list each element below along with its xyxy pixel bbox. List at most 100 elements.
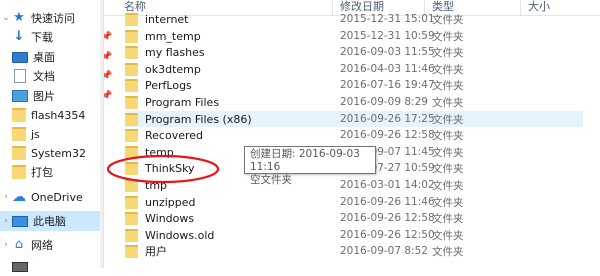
nav-network[interactable]: › ⌂ 网络 [0, 235, 100, 255]
file-row[interactable]: ok3dtemp 2016-04-03 11:46 文件夹 [125, 61, 583, 77]
computer-icon [12, 215, 28, 227]
file-date: 2015-12-31 15:01 [340, 13, 435, 25]
file-type: 文件夹 [432, 196, 464, 209]
pane-divider[interactable] [103, 0, 104, 268]
folder-icon [125, 128, 138, 142]
file-name: Windows [145, 211, 195, 225]
nav-item-downloads[interactable]: ↓ 下载 📌 [0, 27, 112, 47]
device-icon [12, 262, 28, 272]
file-row[interactable]: Windows.old 2016-09-26 12:50 文件夹 [125, 227, 583, 243]
chevron-right-icon[interactable]: › [0, 216, 12, 226]
file-type: 文件夹 [432, 63, 464, 76]
nav-item-desktop[interactable]: 桌面 📌 [0, 47, 112, 67]
navigation-pane: ⌄ ★ 快速访问 ↓ 下载 📌 桌面 📌 文档 📌 图片 📌 flash4354… [0, 0, 112, 272]
file-name: PerfLogs [145, 78, 192, 92]
nav-item-label: 桌面 [33, 51, 55, 64]
folder-icon [125, 244, 138, 258]
star-icon: ★ [13, 10, 25, 25]
nav-item-dabao[interactable]: 打包 [0, 162, 112, 182]
file-row[interactable]: internet 2015-12-31 15:01 文件夹 [125, 11, 583, 27]
file-type: 文件夹 [432, 113, 464, 126]
tooltip-empty-folder: 空文件夹 [250, 174, 292, 186]
folder-icon [12, 165, 26, 179]
file-type: 文件夹 [432, 245, 464, 258]
file-date: 2016-07-16 19:47 [340, 79, 435, 91]
nav-item-label: 文档 [33, 70, 55, 83]
file-name: internet [145, 12, 189, 26]
file-row[interactable]: Program Files (x86) 2016-09-26 17:25 文件夹 [125, 111, 583, 127]
file-list-scrollbar[interactable] [586, 16, 600, 268]
nav-item-partial[interactable] [0, 256, 112, 276]
file-type: 文件夹 [432, 146, 464, 159]
folder-icon [12, 127, 26, 141]
file-name: unzipped [145, 195, 196, 209]
file-name: Program Files [145, 95, 220, 109]
folder-icon [125, 112, 138, 126]
nav-item-pictures[interactable]: 图片 📌 [0, 86, 112, 106]
file-date: 2016-04-03 11:46 [340, 63, 435, 75]
annotation-ellipse-shape [106, 154, 220, 184]
folder-icon [125, 95, 138, 109]
chevron-right-icon[interactable]: › [0, 192, 12, 202]
file-row[interactable]: Windows 2016-09-26 12:58 文件夹 [125, 210, 583, 226]
nav-item-system32[interactable]: System32 [0, 143, 112, 163]
file-type: 文件夹 [432, 212, 464, 225]
nav-quick-access[interactable]: ⌄ ★ 快速访问 [0, 8, 100, 28]
file-name: Recovered [145, 128, 204, 142]
file-type: 文件夹 [432, 129, 464, 142]
folder-icon [125, 29, 138, 43]
network-icon: ⌂ [14, 237, 24, 252]
file-type: 文件夹 [432, 46, 464, 59]
file-date: 2016-09-26 17:25 [340, 113, 435, 125]
folder-icon [125, 195, 138, 209]
chevron-down-icon[interactable]: ⌄ [0, 13, 12, 23]
file-row[interactable]: mm_temp 2015-12-31 10:59 文件夹 [125, 28, 583, 44]
file-name: Program Files (x86) [145, 112, 252, 126]
file-name: mm_temp [145, 29, 201, 43]
file-type: 文件夹 [432, 162, 464, 175]
nav-item-documents[interactable]: 文档 📌 [0, 66, 112, 86]
file-name: 用户 [145, 245, 167, 258]
nav-item-js[interactable]: js [0, 124, 112, 144]
file-date: 2016-09-09 8:29 [340, 96, 428, 108]
file-date: 2016-09-26 12:58 [340, 212, 435, 224]
pictures-icon [12, 90, 28, 102]
nav-item-flash4354[interactable]: flash4354 [0, 105, 112, 125]
file-row[interactable]: PerfLogs 2016-07-16 19:47 文件夹 [125, 77, 583, 93]
documents-icon [14, 69, 26, 83]
file-date: 2016-09-26 11:46 [340, 196, 435, 208]
file-row[interactable]: my flashes 2016-09-03 11:55 文件夹 [125, 44, 583, 60]
file-name: ok3dtemp [145, 62, 201, 76]
file-type: 文件夹 [432, 229, 464, 242]
file-date: 2016-09-07 8:52 [340, 245, 428, 257]
nav-this-pc-label: 此电脑 [33, 215, 66, 228]
folder-icon [12, 108, 26, 122]
file-row[interactable]: unzipped 2016-09-26 11:46 文件夹 [125, 194, 583, 210]
folder-icon [125, 45, 138, 59]
folder-icon [125, 228, 138, 242]
nav-onedrive[interactable]: › ☁ OneDrive [0, 187, 100, 207]
file-row[interactable]: Recovered 2016-09-26 12:58 文件夹 [125, 127, 583, 143]
file-date: 2016-09-26 12:50 [340, 229, 435, 241]
file-type: 文件夹 [432, 179, 464, 192]
file-type: 文件夹 [432, 96, 464, 109]
file-date: 2016-09-03 11:55 [340, 46, 435, 58]
download-icon: ↓ [13, 29, 25, 44]
folder-icon [125, 12, 138, 26]
nav-network-label: 网络 [31, 239, 53, 252]
nav-this-pc[interactable]: › 此电脑 [0, 211, 100, 231]
folder-icon [125, 78, 138, 92]
file-type: 文件夹 [432, 30, 464, 43]
annotation-ellipse [106, 154, 220, 184]
file-name: my flashes [145, 45, 205, 59]
file-row[interactable]: Program Files 2016-09-09 8:29 文件夹 [125, 94, 583, 110]
chevron-right-icon[interactable]: › [0, 240, 12, 250]
folder-icon [125, 62, 138, 76]
tooltip: 创建日期: 2016-09-03 11:16 空文件夹 [244, 146, 376, 186]
file-date: 2015-12-31 10:59 [340, 30, 435, 42]
file-type: 文件夹 [432, 13, 464, 26]
nav-onedrive-label: OneDrive [31, 190, 83, 204]
file-date: 2016-09-26 12:58 [340, 129, 435, 141]
file-type: 文件夹 [432, 79, 464, 92]
file-row[interactable]: 用户 2016-09-07 8:52 文件夹 [125, 243, 583, 259]
